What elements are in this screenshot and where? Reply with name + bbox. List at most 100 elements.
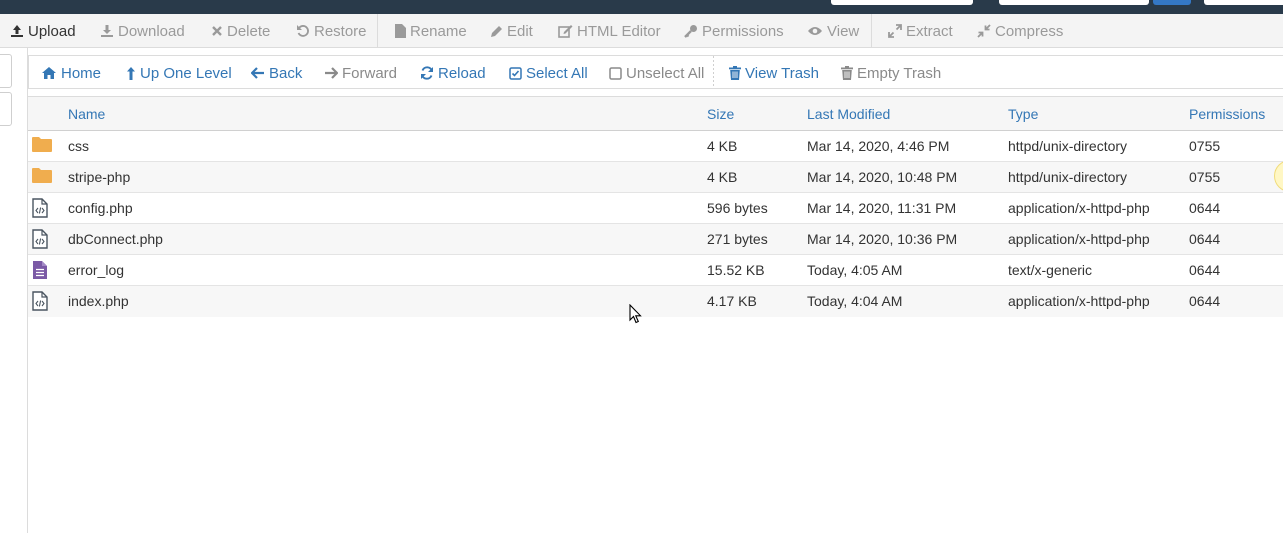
edit-button[interactable]: Edit — [490, 14, 533, 48]
forward-button[interactable]: Forward — [324, 56, 397, 90]
file-type: httpd/unix-directory — [1008, 138, 1128, 154]
code-file-icon — [32, 198, 48, 218]
delete-button[interactable]: Delete — [211, 14, 270, 48]
code-file-icon — [32, 291, 48, 311]
file-modified: Mar 14, 2020, 10:48 PM — [807, 169, 958, 185]
unselect-all-button[interactable]: Unselect All — [609, 56, 704, 90]
file-permissions: 0644 — [1189, 293, 1221, 309]
directory-tree-panel — [0, 48, 28, 533]
download-button[interactable]: Download — [100, 14, 185, 48]
table-row[interactable]: dbConnect.php 271 bytes Mar 14, 2020, 10… — [28, 224, 1283, 255]
file-name[interactable]: index.php — [68, 286, 129, 316]
file-name[interactable]: config.php — [68, 193, 133, 223]
rename-button[interactable]: Rename — [395, 14, 467, 48]
file-permissions: 0755 — [1189, 169, 1221, 185]
column-header-last-modified[interactable]: Last Modified — [807, 97, 890, 131]
arrow-left-icon — [251, 67, 264, 79]
extract-label: Extract — [906, 22, 953, 40]
file-modified: Today, 4:04 AM — [807, 293, 903, 309]
back-button[interactable]: Back — [251, 56, 302, 90]
header-go-button[interactable] — [1153, 0, 1191, 5]
file-size: 4.17 KB — [707, 293, 757, 309]
folder-icon — [32, 137, 52, 152]
file-size: 596 bytes — [707, 200, 768, 216]
extract-button[interactable]: Extract — [888, 14, 953, 48]
html-editor-button[interactable]: HTML Editor — [558, 14, 661, 48]
mouse-cursor-icon — [629, 304, 642, 324]
undo-icon — [297, 25, 309, 37]
column-header-name[interactable]: Name — [68, 97, 105, 131]
sidebar-input[interactable] — [0, 92, 12, 126]
compress-label: Compress — [995, 22, 1064, 40]
file-type: httpd/unix-directory — [1008, 169, 1128, 185]
header-field-right[interactable] — [1204, 0, 1283, 5]
upload-button[interactable]: Upload — [10, 14, 76, 48]
file-modified: Mar 14, 2020, 11:31 PM — [807, 200, 957, 216]
text-file-icon — [33, 261, 47, 279]
trash-icon — [729, 66, 741, 80]
view-button[interactable]: View — [807, 14, 859, 48]
restore-label: Restore — [314, 22, 367, 40]
reload-label: Reload — [438, 64, 486, 82]
top-header-bar — [0, 0, 1283, 14]
compress-icon — [977, 24, 991, 38]
nav-divider — [713, 56, 714, 88]
table-row[interactable]: config.php 596 bytes Mar 14, 2020, 11:31… — [28, 193, 1283, 224]
expand-icon — [888, 24, 902, 38]
file-size: 15.52 KB — [707, 262, 765, 278]
level-up-icon — [127, 66, 135, 80]
reload-button[interactable]: Reload — [420, 56, 486, 90]
file-name[interactable]: error_log — [68, 255, 124, 285]
view-label: View — [827, 22, 860, 40]
rename-label: Rename — [410, 22, 467, 40]
file-type: application/x-httpd-php — [1008, 231, 1150, 247]
permissions-button[interactable]: Permissions — [684, 14, 784, 48]
file-type: text/x-generic — [1008, 262, 1093, 278]
header-search-field[interactable] — [999, 0, 1149, 5]
permissions-label: Permissions — [702, 22, 784, 40]
delete-label: Delete — [227, 22, 271, 40]
table-row[interactable]: index.php 4.17 KB Today, 4:04 AM applica… — [28, 286, 1283, 317]
download-label: Download — [118, 22, 185, 40]
file-permissions: 0644 — [1189, 231, 1221, 247]
table-row[interactable]: error_log 15.52 KB Today, 4:05 AM text/x… — [28, 255, 1283, 286]
pencil-icon — [491, 25, 502, 37]
forward-label: Forward — [342, 64, 398, 82]
key-icon — [684, 25, 697, 38]
file-size: 4 KB — [707, 169, 738, 185]
table-header: Name Size Last Modified Type Permissions — [28, 96, 1283, 131]
file-type: application/x-httpd-php — [1008, 293, 1150, 309]
edit-square-icon — [558, 25, 573, 38]
arrow-right-icon — [325, 67, 338, 79]
trash-icon — [841, 66, 853, 80]
download-icon — [101, 25, 113, 37]
code-file-icon — [32, 229, 48, 249]
file-permissions: 0644 — [1189, 200, 1221, 216]
restore-button[interactable]: Restore — [296, 14, 367, 48]
file-permissions: 0644 — [1189, 262, 1221, 278]
empty-trash-button[interactable]: Empty Trash — [841, 56, 941, 90]
table-row[interactable]: css 4 KB Mar 14, 2020, 4:46 PM httpd/uni… — [28, 131, 1283, 162]
edit-label: Edit — [507, 22, 533, 40]
up-one-level-button[interactable]: Up One Level — [126, 56, 232, 90]
refresh-icon — [421, 66, 433, 80]
file-size: 4 KB — [707, 138, 738, 154]
sidebar-input[interactable] — [0, 54, 12, 88]
header-field[interactable] — [831, 0, 973, 5]
up-one-level-label: Up One Level — [140, 64, 232, 82]
home-button[interactable]: Home — [41, 56, 101, 90]
file-name[interactable]: dbConnect.php — [68, 224, 163, 254]
file-name[interactable]: css — [68, 131, 89, 161]
column-header-permissions[interactable]: Permissions — [1189, 97, 1265, 131]
file-modified: Mar 14, 2020, 10:36 PM — [807, 231, 958, 247]
file-permissions: 0755 — [1189, 138, 1221, 154]
toolbar-divider — [377, 14, 378, 48]
column-header-type[interactable]: Type — [1008, 97, 1038, 131]
back-label: Back — [269, 64, 303, 82]
column-header-size[interactable]: Size — [707, 97, 734, 131]
select-all-button[interactable]: Select All — [509, 56, 588, 90]
table-row[interactable]: stripe-php 4 KB Mar 14, 2020, 10:48 PM h… — [28, 162, 1283, 193]
compress-button[interactable]: Compress — [977, 14, 1063, 48]
view-trash-button[interactable]: View Trash — [729, 56, 819, 90]
file-name[interactable]: stripe-php — [68, 162, 130, 192]
